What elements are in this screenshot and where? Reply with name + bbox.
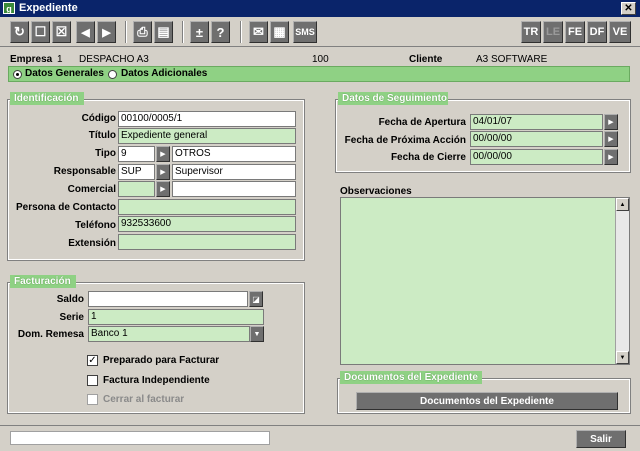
documentos-title: Documentos del Expediente <box>340 371 482 384</box>
fecha-proxima-label: Fecha de Próxima Acción <box>344 135 466 146</box>
title-bar: g Expediente ✕ <box>0 0 640 17</box>
documentos-button[interactable]: Documentos del Expediente <box>356 392 618 410</box>
persona-contacto-field[interactable] <box>118 199 296 215</box>
telefono-field[interactable]: 932533600 <box>118 216 296 232</box>
comercial-desc-field <box>172 181 296 197</box>
observaciones-label: Observaciones <box>340 186 412 197</box>
observaciones-scrollbar[interactable]: ▲ ▼ <box>615 198 629 364</box>
app-icon: g <box>3 2 15 14</box>
serie-label: Serie <box>59 312 84 323</box>
toolbar-df-button[interactable]: DF <box>587 21 607 43</box>
toolbar-le-button: LE <box>543 21 563 43</box>
saldo-label: Saldo <box>56 294 84 305</box>
saldo-field[interactable] <box>88 291 248 307</box>
fecha-proxima-calendar-icon[interactable]: ▶ <box>604 131 618 147</box>
facturacion-title: Facturación <box>10 275 76 288</box>
preparado-label: Preparado para Facturar <box>103 355 220 366</box>
tipo-code-field[interactable]: 9 <box>118 146 155 162</box>
sms-icon[interactable]: SMS <box>293 21 317 43</box>
identificacion-title: Identificación <box>10 92 84 105</box>
codigo-label: Código <box>81 113 116 124</box>
chevron-down-icon[interactable]: ▼ <box>250 326 264 342</box>
preparado-checkbox[interactable]: ✓ <box>87 355 98 366</box>
plus-minus-icon[interactable]: ± <box>190 21 209 43</box>
toolbar-separator <box>182 21 184 43</box>
next-icon[interactable]: ▶ <box>97 21 116 43</box>
cliente-name: A3 SOFTWARE <box>476 54 548 65</box>
cerrar-label: Cerrar al facturar <box>103 394 185 405</box>
extension-field[interactable] <box>118 234 296 250</box>
cerrar-checkbox <box>87 394 98 405</box>
fecha-cierre-calendar-icon[interactable]: ▶ <box>604 149 618 165</box>
fecha-apertura-label: Fecha de Apertura <box>378 117 466 128</box>
new-icon[interactable]: ☐ <box>31 21 50 43</box>
comercial-lookup-arrow-icon[interactable]: ▶ <box>156 181 170 197</box>
scroll-down-icon[interactable]: ▼ <box>616 351 629 364</box>
tipo-lookup-arrow-icon[interactable]: ▶ <box>156 146 170 162</box>
status-text <box>10 431 270 445</box>
cliente-label: Cliente <box>409 54 443 65</box>
comercial-code-field[interactable] <box>118 181 155 197</box>
close-window-button[interactable]: ✕ <box>621 2 636 15</box>
independiente-checkbox[interactable] <box>87 375 98 386</box>
toolbar-separator <box>125 21 127 43</box>
scroll-up-icon[interactable]: ▲ <box>616 198 629 211</box>
tipo-label: Tipo <box>95 148 116 159</box>
prev-icon[interactable]: ◀ <box>76 21 95 43</box>
tab-datos-adicionales-radio[interactable] <box>108 70 117 79</box>
telefono-label: Teléfono <box>75 220 116 231</box>
help-icon[interactable]: ? <box>211 21 230 43</box>
toolbar-ve-button[interactable]: VE <box>609 21 631 43</box>
toolbar-fe-button[interactable]: FE <box>565 21 585 43</box>
print-icon[interactable]: ⎙ <box>133 21 152 43</box>
dom-remesa-label: Dom. Remesa <box>17 329 84 340</box>
fecha-apertura-calendar-icon[interactable]: ▶ <box>604 114 618 130</box>
responsable-code-field[interactable]: SUP <box>118 164 155 180</box>
empresa-label: Empresa <box>10 54 53 65</box>
comercial-label: Comercial <box>67 184 116 195</box>
responsable-desc-field: Supervisor <box>172 164 296 180</box>
responsable-label: Responsable <box>53 166 116 177</box>
header-info: Empresa 1 DESPACHO A3 100 Cliente A3 SOF… <box>0 52 640 66</box>
refresh-icon[interactable]: ↻ <box>10 21 29 43</box>
list-icon[interactable]: ▤ <box>154 21 173 43</box>
persona-contacto-label: Persona de Contacto <box>15 202 116 213</box>
tab-datos-generales[interactable]: Datos Generales <box>25 68 104 79</box>
titulo-field[interactable]: Expediente general <box>118 128 296 144</box>
window-title: Expediente <box>19 2 78 14</box>
fecha-proxima-field[interactable]: 00/00/00 <box>470 131 603 147</box>
tab-datos-generales-radio[interactable] <box>13 70 22 79</box>
toolbar-separator <box>240 21 242 43</box>
tab-bar: Datos Generales Datos Adicionales <box>8 66 630 82</box>
responsable-lookup-arrow-icon[interactable]: ▶ <box>156 164 170 180</box>
saldo-detail-icon[interactable]: ◪ <box>249 291 263 307</box>
fecha-cierre-label: Fecha de Cierre <box>390 152 466 163</box>
fecha-cierre-field[interactable]: 00/00/00 <box>470 149 603 165</box>
toolbar-tr-button[interactable]: TR <box>521 21 541 43</box>
status-bar: Salir <box>0 425 640 451</box>
codigo-field[interactable]: 00100/0005/1 <box>118 111 296 127</box>
salir-button[interactable]: Salir <box>576 430 626 448</box>
empresa-name: DESPACHO A3 <box>79 54 149 65</box>
serie-field[interactable]: 1 <box>88 309 264 325</box>
mail-icon[interactable]: ✉ <box>249 21 268 43</box>
independiente-label: Factura Independiente <box>103 375 210 386</box>
tipo-desc-field: OTROS <box>172 146 296 162</box>
calendar-icon[interactable]: ▦ <box>270 21 289 43</box>
dom-remesa-select[interactable]: Banco 1 <box>88 326 250 342</box>
observaciones-textarea[interactable]: ▲ ▼ <box>340 197 630 365</box>
fecha-apertura-field[interactable]: 04/01/07 <box>470 114 603 130</box>
titulo-label: Título <box>88 130 116 141</box>
toolbar: ↻ ☐ ☒ ◀ ▶ ⎙ ▤ ± ? ✉ ▦ SMS TR LE FE DF VE <box>0 17 640 47</box>
tab-datos-adicionales[interactable]: Datos Adicionales <box>121 68 207 79</box>
expediente-number: 100 <box>312 54 329 65</box>
delete-icon[interactable]: ☒ <box>52 21 71 43</box>
extension-label: Extensión <box>68 238 116 249</box>
seguimiento-title: Datos de Seguimiento <box>338 92 448 105</box>
empresa-code: 1 <box>57 54 63 65</box>
